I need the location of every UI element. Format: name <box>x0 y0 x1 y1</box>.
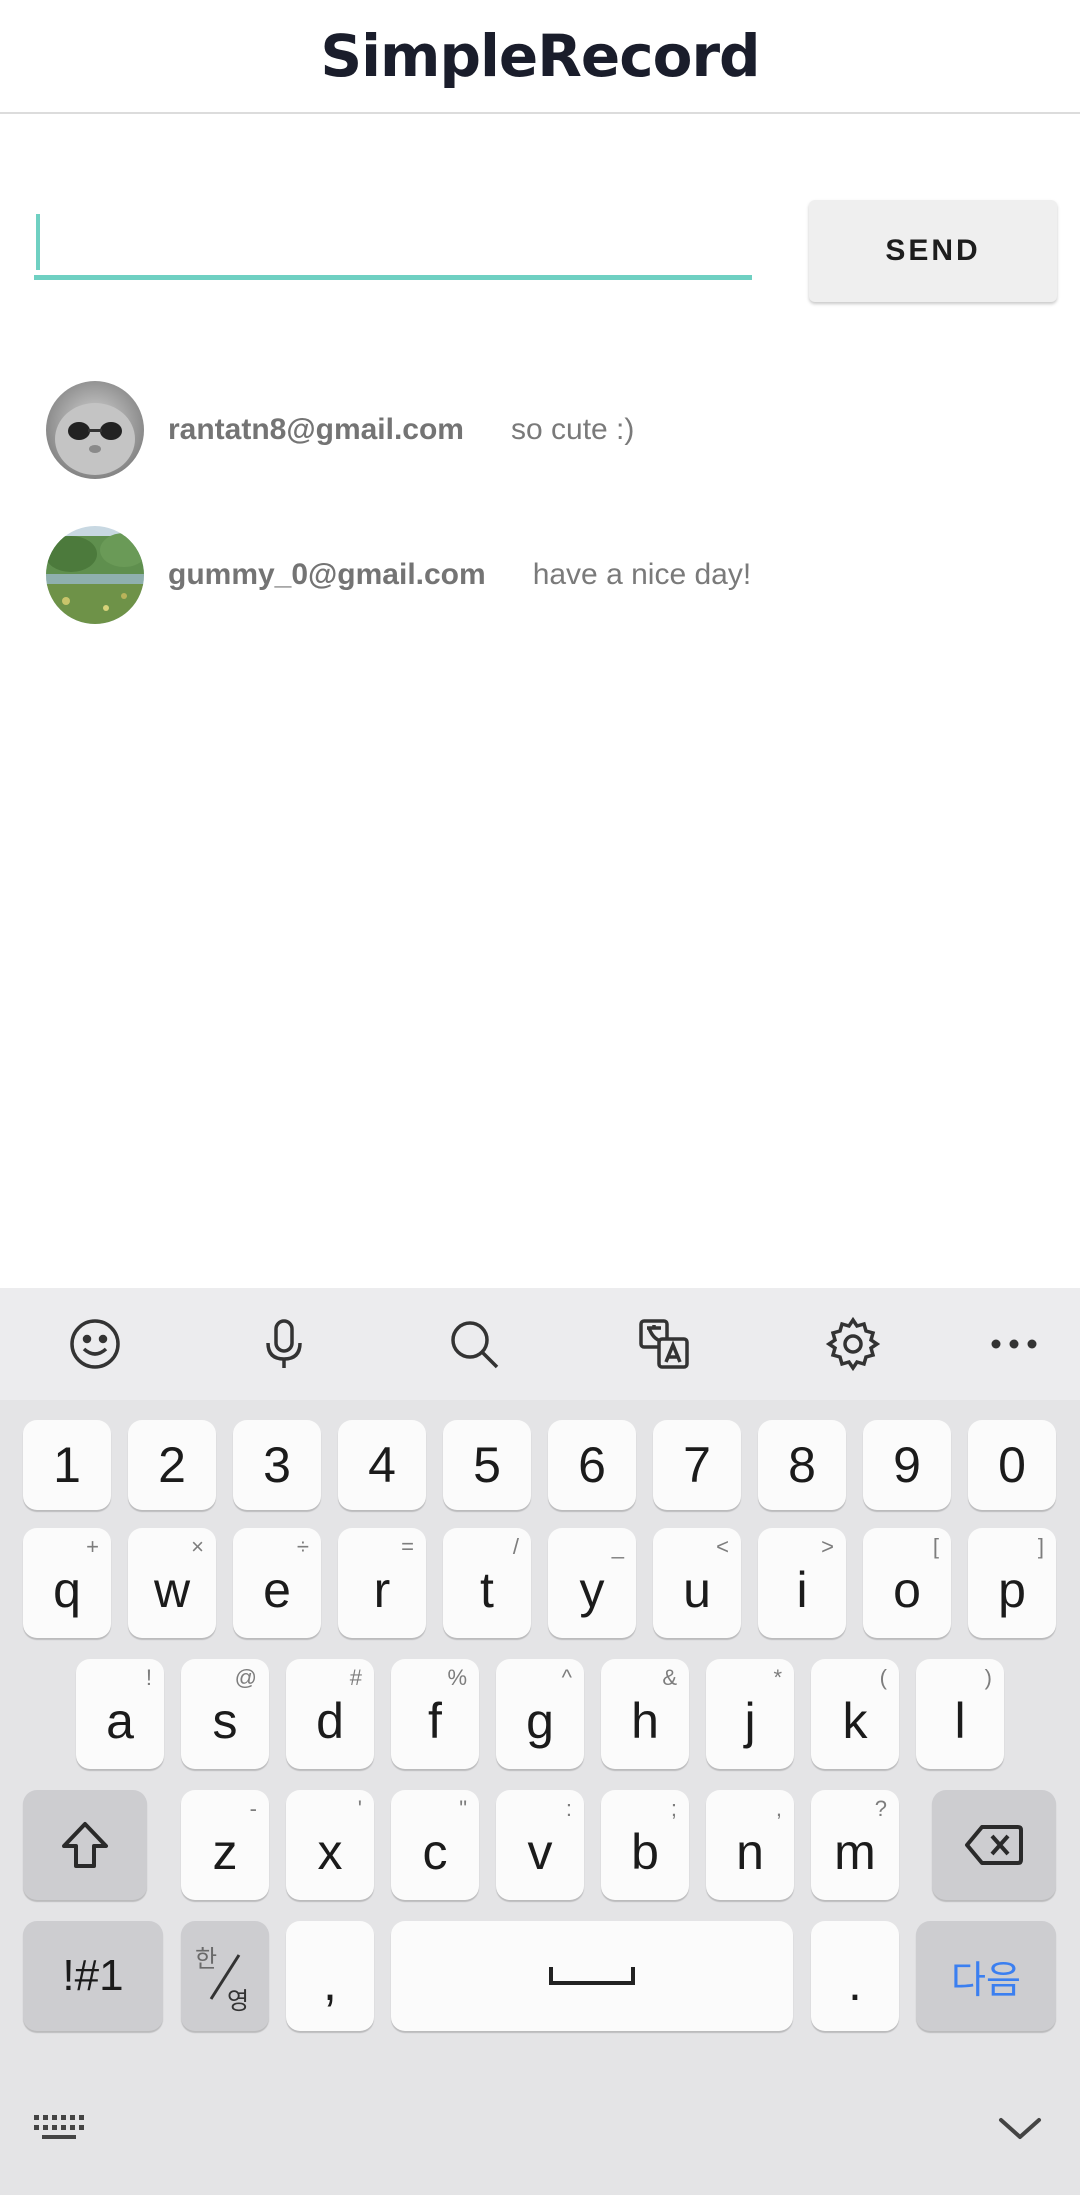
list-item[interactable]: rantatn8@gmail.com so cute :) <box>46 380 634 480</box>
key-7[interactable]: 7 <box>653 1420 741 1510</box>
period-key[interactable]: . <box>811 1921 899 2031</box>
key-0[interactable]: 0 <box>968 1420 1056 1510</box>
avatar <box>46 526 144 624</box>
keyboard-switch-icon[interactable] <box>30 2108 90 2148</box>
avatar <box>46 381 144 479</box>
app-title: SimpleRecord <box>320 22 760 90</box>
key-k[interactable]: (k <box>811 1659 899 1769</box>
more-icon[interactable] <box>984 1314 1044 1374</box>
key-s[interactable]: @ s <box>181 1659 269 1769</box>
key-j[interactable]: * j <box>706 1659 794 1769</box>
space-key[interactable] <box>391 1921 793 2031</box>
key-a[interactable]: ! a <box>76 1659 164 1769</box>
settings-icon[interactable] <box>823 1314 883 1374</box>
keyboard-toolbar <box>0 1288 1080 1400</box>
key-d[interactable]: # d <box>286 1659 374 1769</box>
microphone-icon[interactable] <box>254 1314 314 1374</box>
key-o[interactable]: [o <box>863 1528 951 1638</box>
comma-key[interactable]: , <box>286 1921 374 2031</box>
next-key[interactable]: 다음 <box>916 1921 1056 2031</box>
key-5[interactable]: 5 <box>443 1420 531 1510</box>
translate-icon[interactable] <box>634 1314 694 1374</box>
key-1[interactable]: 1 <box>23 1420 111 1510</box>
hide-keyboard-icon[interactable] <box>990 2108 1050 2148</box>
key-z[interactable]: -z <box>181 1790 269 1900</box>
key-9[interactable]: 9 <box>863 1420 951 1510</box>
soft-keyboard: 1 2 3 4 5 6 7 8 9 0 + q × w ÷ e = r / t _ y < u… <box>0 1288 1080 2195</box>
key-3[interactable]: 3 <box>233 1420 321 1510</box>
key-q[interactable]: + q <box>23 1528 111 1638</box>
key-l[interactable]: ) l <box>916 1659 1004 1769</box>
key-v[interactable]: :v <box>496 1790 584 1900</box>
key-n[interactable]: ,n <box>706 1790 794 1900</box>
record-email: gummy_0@gmail.com <box>168 558 486 591</box>
key-f[interactable]: % f <box>391 1659 479 1769</box>
backspace-key[interactable] <box>932 1790 1056 1900</box>
key-t[interactable]: / t <box>443 1528 531 1638</box>
symbols-key[interactable]: !#1 <box>23 1921 163 2031</box>
emoji-icon[interactable] <box>65 1314 125 1374</box>
key-2[interactable]: 2 <box>128 1420 216 1510</box>
language-switch-key[interactable]: 한 영 <box>181 1921 269 2031</box>
key-8[interactable]: 8 <box>758 1420 846 1510</box>
list-item[interactable]: gummy_0@gmail.com have a nice day! <box>46 525 751 625</box>
app-bar: SimpleRecord <box>0 0 1080 114</box>
key-u[interactable]: < u <box>653 1528 741 1638</box>
key-x[interactable]: ' x <box>286 1790 374 1900</box>
key-w[interactable]: × w <box>128 1528 216 1638</box>
shift-icon <box>62 1822 108 1868</box>
key-b[interactable]: ; b <box>601 1790 689 1900</box>
record-message: have a nice day! <box>532 558 752 591</box>
key-r[interactable]: = r <box>338 1528 426 1638</box>
message-input-container[interactable] <box>34 204 752 280</box>
text-cursor <box>36 214 40 270</box>
key-m[interactable]: ? m <box>811 1790 899 1900</box>
record-message: so cute :) <box>511 413 635 446</box>
backspace-icon <box>965 1825 1023 1865</box>
key-i[interactable]: > i <box>758 1528 846 1638</box>
space-icon <box>549 1967 635 1985</box>
key-4[interactable]: 4 <box>338 1420 426 1510</box>
key-e[interactable]: ÷ e <box>233 1528 321 1638</box>
message-input[interactable] <box>34 204 752 275</box>
send-button[interactable]: SEND <box>809 200 1057 302</box>
key-c[interactable]: " c <box>391 1790 479 1900</box>
shift-key[interactable] <box>23 1790 147 1900</box>
key-g[interactable]: ^ g <box>496 1659 584 1769</box>
key-p[interactable]: ] p <box>968 1528 1056 1638</box>
record-email: rantatn8@gmail.com <box>168 413 464 446</box>
key-y[interactable]: _ y <box>548 1528 636 1638</box>
search-icon[interactable] <box>444 1314 504 1374</box>
key-h[interactable]: & h <box>601 1659 689 1769</box>
key-6[interactable]: 6 <box>548 1420 636 1510</box>
